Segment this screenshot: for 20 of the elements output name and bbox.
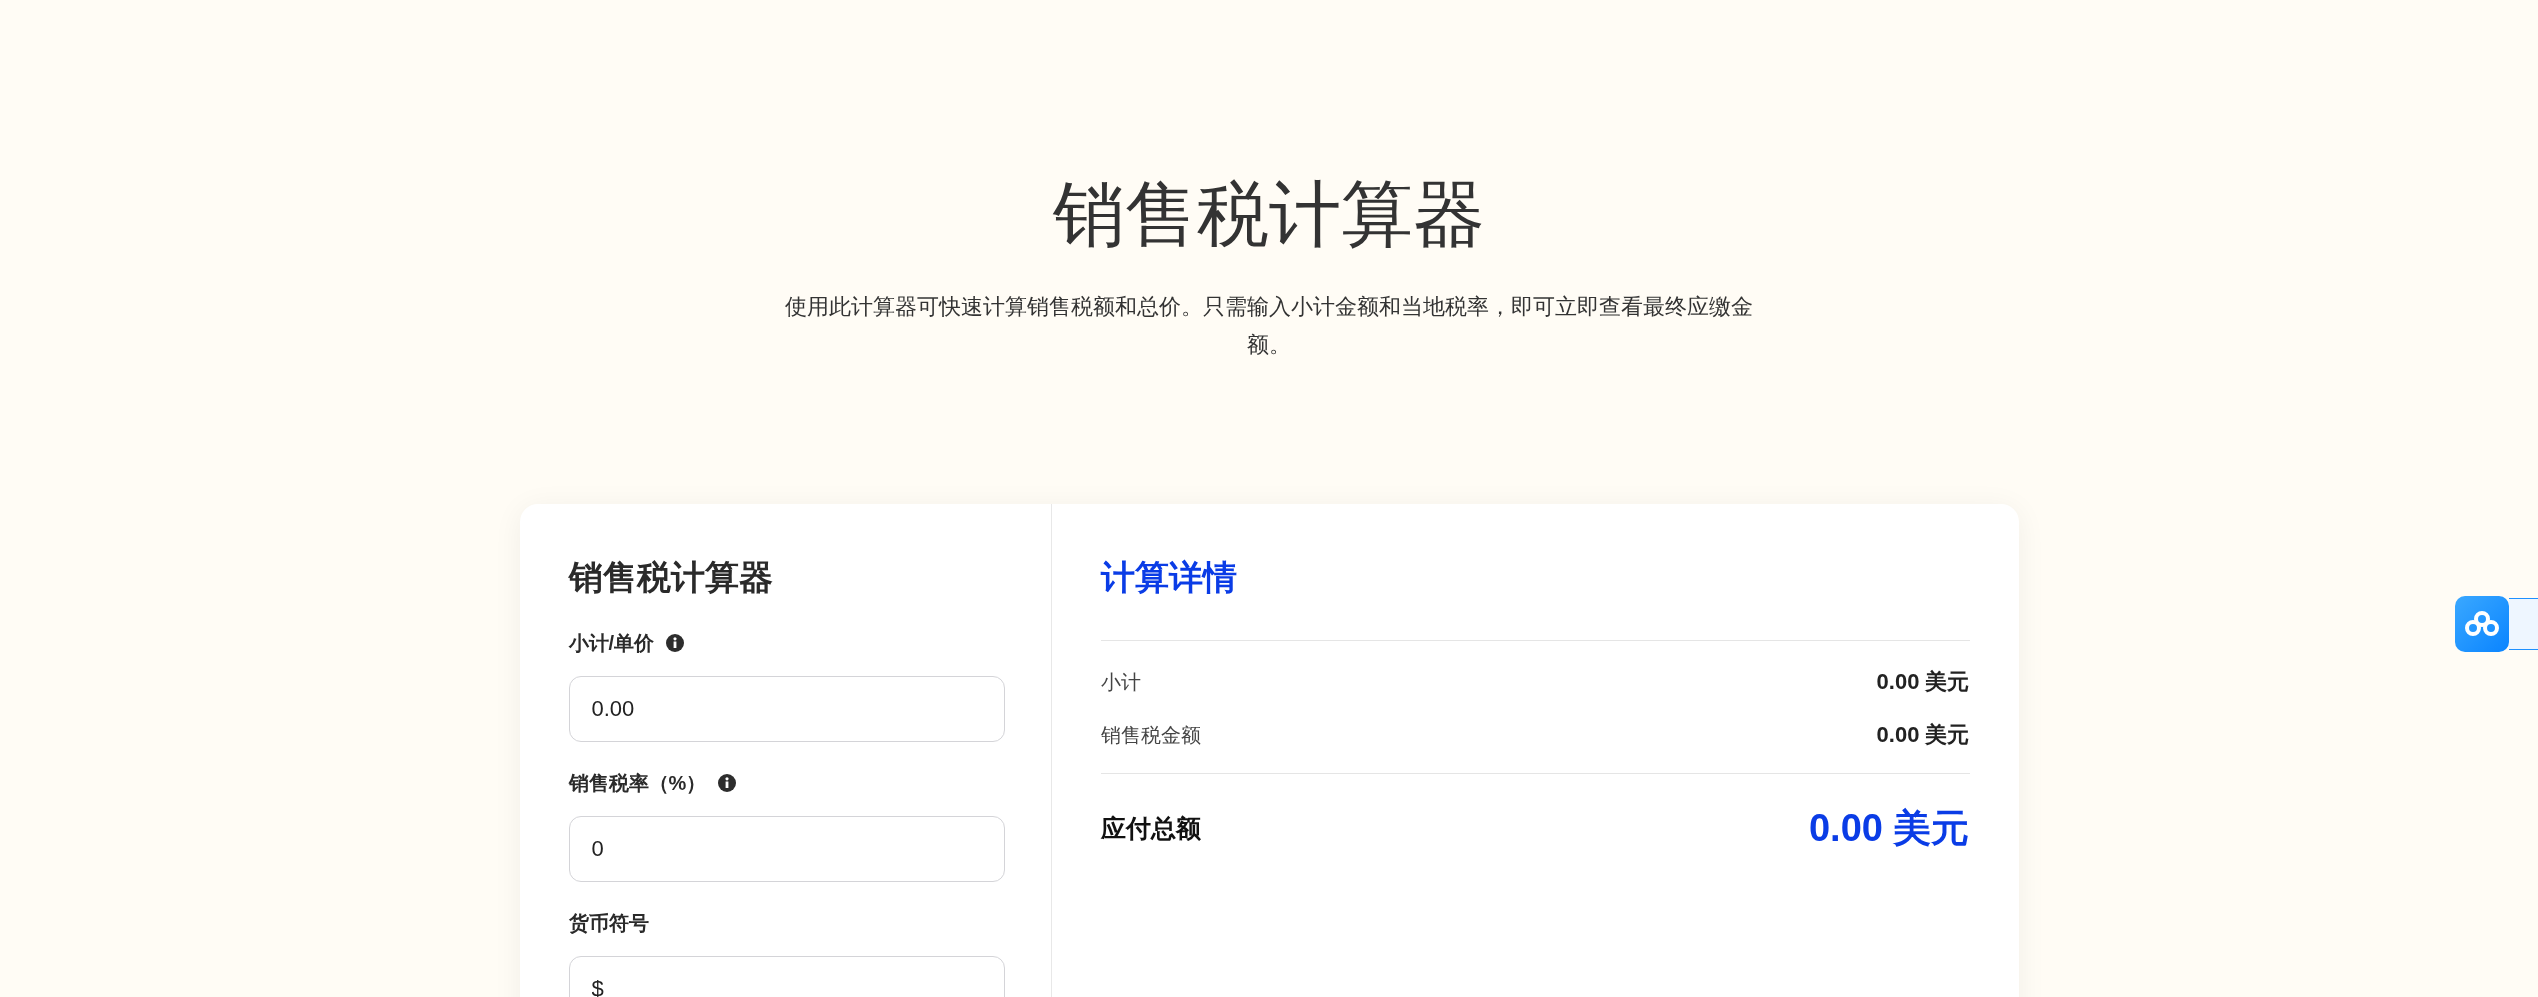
details-title: 计算详情: [1100, 557, 1238, 598]
detail-value: 0.00 美元: [1876, 721, 1970, 749]
page-title: 销售税计算器: [1053, 178, 1485, 250]
info-icon[interactable]: [666, 634, 685, 652]
field-label: 货币符号: [568, 911, 649, 936]
info-icon[interactable]: [718, 774, 737, 792]
input-field[interactable]: 0: [568, 816, 1005, 882]
field-label: 小计/单价: [568, 631, 655, 656]
total-value: 0.00 美元: [1808, 806, 1970, 851]
page-description: 使用此计算器可快速计算销售税额和总价。只需输入小计金额和当地税率，即可立即查看最终应缴金额。: [784, 293, 1754, 359]
side-widget-tab[interactable]: [2509, 598, 2538, 650]
total-label: 应付总额: [1100, 812, 1201, 844]
detail-label: 销售税金额: [1100, 722, 1201, 748]
detail-label: 小计: [1100, 669, 1141, 695]
form-title: 销售税计算器: [568, 557, 774, 598]
field-label: 销售税率（%）: [568, 771, 707, 796]
input-field[interactable]: 0.00: [568, 676, 1005, 742]
detail-value: 0.00 美元: [1876, 668, 1970, 696]
cloud-logo-icon[interactable]: [2455, 596, 2509, 652]
input-field[interactable]: $: [568, 956, 1005, 997]
